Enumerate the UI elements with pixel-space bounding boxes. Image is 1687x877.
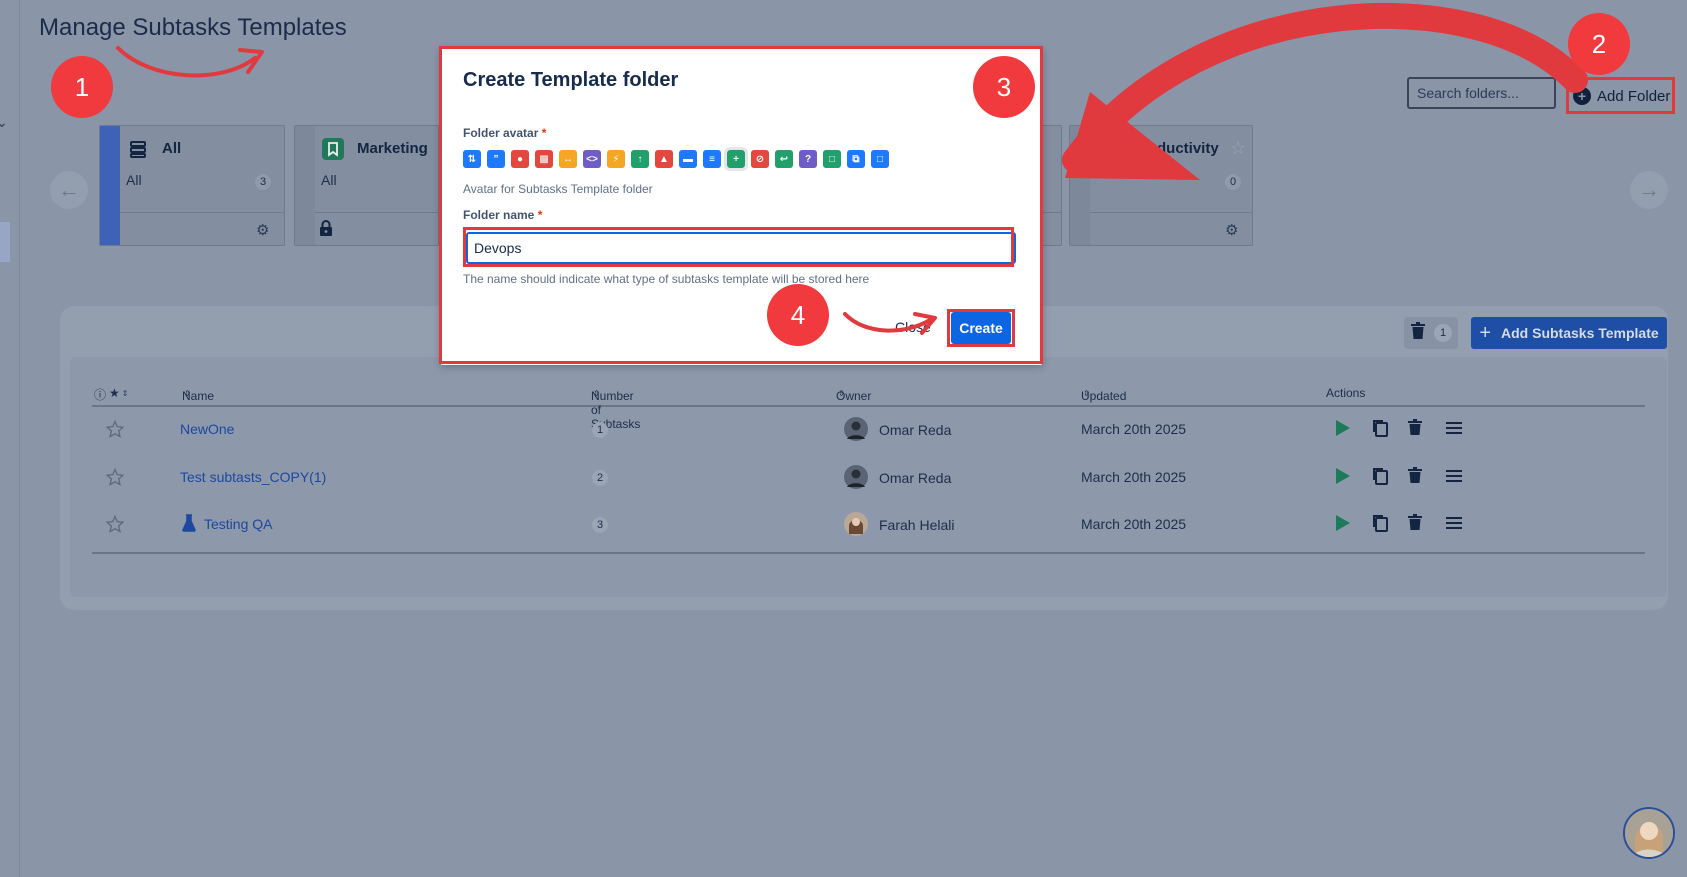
annotation-step-1: 1 — [51, 56, 113, 118]
arrow-step1 — [116, 46, 257, 78]
annotation-step-4: 4 — [767, 284, 829, 346]
annotation-arrows — [116, 2, 1588, 335]
annotation-step-3: 3 — [973, 56, 1035, 118]
app-page: ⌄ Manage Subtasks Templates + Add Folder… — [0, 0, 1687, 877]
arrow-step2 — [1062, 2, 1588, 173]
annotation-step-2: 2 — [1568, 13, 1630, 75]
